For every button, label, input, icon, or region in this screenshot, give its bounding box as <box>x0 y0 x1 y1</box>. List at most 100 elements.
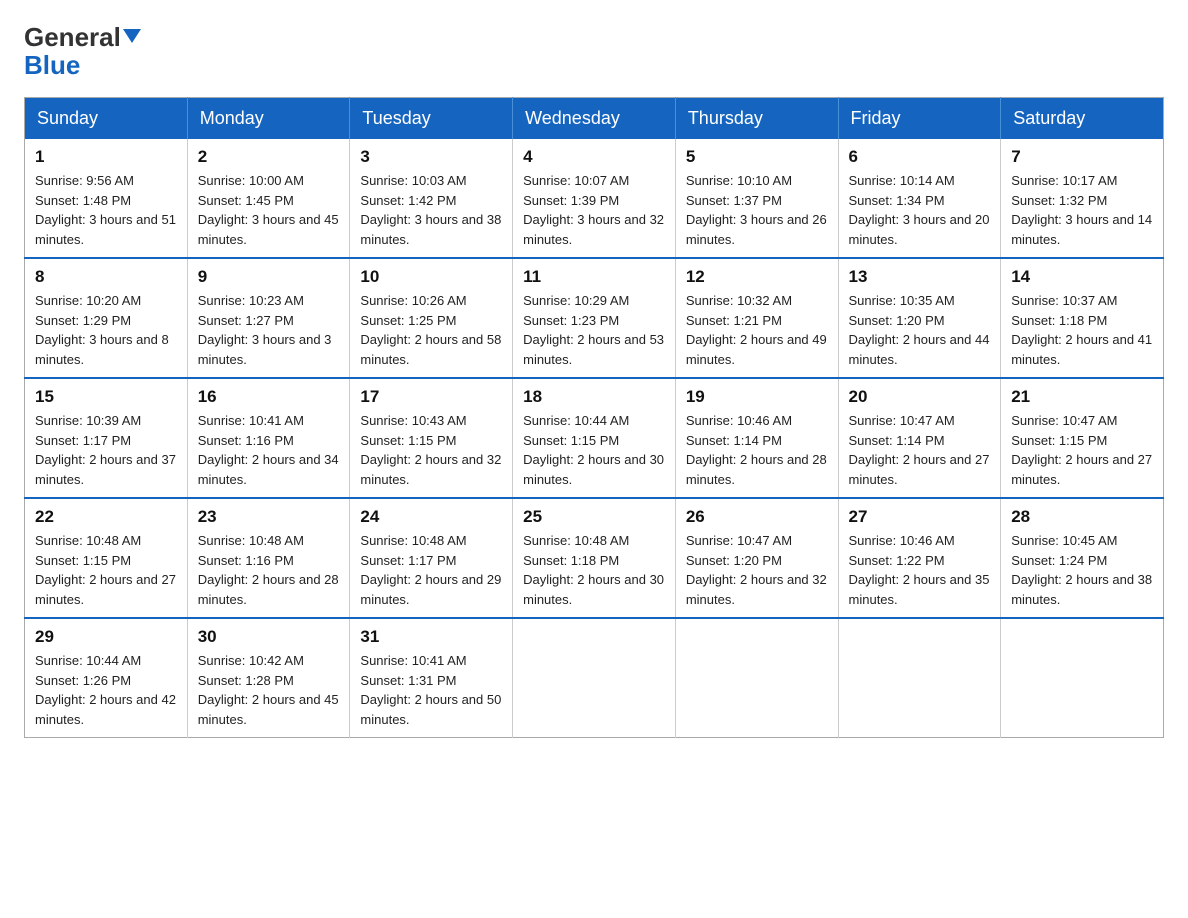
day-info: Sunrise: 10:03 AM Sunset: 1:42 PM Daylig… <box>360 171 502 249</box>
day-info: Sunrise: 10:37 AM Sunset: 1:18 PM Daylig… <box>1011 291 1153 369</box>
day-number: 7 <box>1011 147 1153 167</box>
day-info: Sunrise: 10:00 AM Sunset: 1:45 PM Daylig… <box>198 171 340 249</box>
day-info: Sunrise: 10:20 AM Sunset: 1:29 PM Daylig… <box>35 291 177 369</box>
day-info: Sunrise: 10:42 AM Sunset: 1:28 PM Daylig… <box>198 651 340 729</box>
day-info: Sunrise: 10:43 AM Sunset: 1:15 PM Daylig… <box>360 411 502 489</box>
page-header: General Blue <box>24 24 1164 81</box>
day-cell: 15 Sunrise: 10:39 AM Sunset: 1:17 PM Day… <box>25 378 188 498</box>
day-cell: 17 Sunrise: 10:43 AM Sunset: 1:15 PM Day… <box>350 378 513 498</box>
day-cell: 24 Sunrise: 10:48 AM Sunset: 1:17 PM Day… <box>350 498 513 618</box>
weekday-header-row: SundayMondayTuesdayWednesdayThursdayFrid… <box>25 98 1164 140</box>
day-info: Sunrise: 10:44 AM Sunset: 1:15 PM Daylig… <box>523 411 665 489</box>
weekday-header-sunday: Sunday <box>25 98 188 140</box>
day-cell: 5 Sunrise: 10:10 AM Sunset: 1:37 PM Dayl… <box>675 139 838 258</box>
day-cell: 30 Sunrise: 10:42 AM Sunset: 1:28 PM Day… <box>187 618 350 738</box>
day-number: 11 <box>523 267 665 287</box>
weekday-header-wednesday: Wednesday <box>513 98 676 140</box>
day-number: 9 <box>198 267 340 287</box>
day-info: Sunrise: 10:26 AM Sunset: 1:25 PM Daylig… <box>360 291 502 369</box>
day-cell: 9 Sunrise: 10:23 AM Sunset: 1:27 PM Dayl… <box>187 258 350 378</box>
day-cell: 19 Sunrise: 10:46 AM Sunset: 1:14 PM Day… <box>675 378 838 498</box>
day-info: Sunrise: 10:07 AM Sunset: 1:39 PM Daylig… <box>523 171 665 249</box>
week-row-4: 22 Sunrise: 10:48 AM Sunset: 1:15 PM Day… <box>25 498 1164 618</box>
day-number: 23 <box>198 507 340 527</box>
day-number: 2 <box>198 147 340 167</box>
logo-text: General <box>24 24 141 50</box>
weekday-header-monday: Monday <box>187 98 350 140</box>
day-info: Sunrise: 10:10 AM Sunset: 1:37 PM Daylig… <box>686 171 828 249</box>
day-number: 31 <box>360 627 502 647</box>
day-number: 21 <box>1011 387 1153 407</box>
day-info: Sunrise: 10:32 AM Sunset: 1:21 PM Daylig… <box>686 291 828 369</box>
day-info: Sunrise: 10:29 AM Sunset: 1:23 PM Daylig… <box>523 291 665 369</box>
logo: General Blue <box>24 24 141 81</box>
day-cell: 14 Sunrise: 10:37 AM Sunset: 1:18 PM Day… <box>1001 258 1164 378</box>
day-cell: 8 Sunrise: 10:20 AM Sunset: 1:29 PM Dayl… <box>25 258 188 378</box>
day-info: Sunrise: 10:23 AM Sunset: 1:27 PM Daylig… <box>198 291 340 369</box>
day-cell <box>675 618 838 738</box>
day-info: Sunrise: 10:48 AM Sunset: 1:16 PM Daylig… <box>198 531 340 609</box>
day-cell: 6 Sunrise: 10:14 AM Sunset: 1:34 PM Dayl… <box>838 139 1001 258</box>
day-number: 29 <box>35 627 177 647</box>
day-info: Sunrise: 10:44 AM Sunset: 1:26 PM Daylig… <box>35 651 177 729</box>
day-info: Sunrise: 10:48 AM Sunset: 1:17 PM Daylig… <box>360 531 502 609</box>
day-info: Sunrise: 10:47 AM Sunset: 1:20 PM Daylig… <box>686 531 828 609</box>
day-cell: 25 Sunrise: 10:48 AM Sunset: 1:18 PM Day… <box>513 498 676 618</box>
weekday-header-friday: Friday <box>838 98 1001 140</box>
logo-triangle-icon <box>123 29 141 43</box>
day-cell: 18 Sunrise: 10:44 AM Sunset: 1:15 PM Day… <box>513 378 676 498</box>
day-number: 15 <box>35 387 177 407</box>
logo-blue: Blue <box>24 50 80 81</box>
day-info: Sunrise: 10:46 AM Sunset: 1:14 PM Daylig… <box>686 411 828 489</box>
day-info: Sunrise: 10:14 AM Sunset: 1:34 PM Daylig… <box>849 171 991 249</box>
day-number: 5 <box>686 147 828 167</box>
day-number: 30 <box>198 627 340 647</box>
day-info: Sunrise: 10:41 AM Sunset: 1:31 PM Daylig… <box>360 651 502 729</box>
day-number: 3 <box>360 147 502 167</box>
weekday-header-tuesday: Tuesday <box>350 98 513 140</box>
logo-general: General <box>24 22 121 52</box>
day-number: 8 <box>35 267 177 287</box>
day-cell: 29 Sunrise: 10:44 AM Sunset: 1:26 PM Day… <box>25 618 188 738</box>
day-number: 20 <box>849 387 991 407</box>
day-info: Sunrise: 10:46 AM Sunset: 1:22 PM Daylig… <box>849 531 991 609</box>
day-cell: 10 Sunrise: 10:26 AM Sunset: 1:25 PM Day… <box>350 258 513 378</box>
day-number: 28 <box>1011 507 1153 527</box>
day-info: Sunrise: 10:45 AM Sunset: 1:24 PM Daylig… <box>1011 531 1153 609</box>
day-info: Sunrise: 10:47 AM Sunset: 1:14 PM Daylig… <box>849 411 991 489</box>
day-cell: 12 Sunrise: 10:32 AM Sunset: 1:21 PM Day… <box>675 258 838 378</box>
day-info: Sunrise: 10:41 AM Sunset: 1:16 PM Daylig… <box>198 411 340 489</box>
day-number: 1 <box>35 147 177 167</box>
day-cell <box>513 618 676 738</box>
day-cell: 23 Sunrise: 10:48 AM Sunset: 1:16 PM Day… <box>187 498 350 618</box>
calendar-table: SundayMondayTuesdayWednesdayThursdayFrid… <box>24 97 1164 738</box>
day-info: Sunrise: 10:48 AM Sunset: 1:18 PM Daylig… <box>523 531 665 609</box>
day-number: 24 <box>360 507 502 527</box>
day-cell: 7 Sunrise: 10:17 AM Sunset: 1:32 PM Dayl… <box>1001 139 1164 258</box>
day-cell: 4 Sunrise: 10:07 AM Sunset: 1:39 PM Dayl… <box>513 139 676 258</box>
day-info: Sunrise: 10:17 AM Sunset: 1:32 PM Daylig… <box>1011 171 1153 249</box>
week-row-1: 1 Sunrise: 9:56 AM Sunset: 1:48 PM Dayli… <box>25 139 1164 258</box>
day-info: Sunrise: 10:39 AM Sunset: 1:17 PM Daylig… <box>35 411 177 489</box>
day-number: 27 <box>849 507 991 527</box>
day-cell: 22 Sunrise: 10:48 AM Sunset: 1:15 PM Day… <box>25 498 188 618</box>
day-number: 18 <box>523 387 665 407</box>
day-number: 26 <box>686 507 828 527</box>
day-number: 10 <box>360 267 502 287</box>
day-number: 19 <box>686 387 828 407</box>
day-info: Sunrise: 10:35 AM Sunset: 1:20 PM Daylig… <box>849 291 991 369</box>
day-cell: 31 Sunrise: 10:41 AM Sunset: 1:31 PM Day… <box>350 618 513 738</box>
day-info: Sunrise: 9:56 AM Sunset: 1:48 PM Dayligh… <box>35 171 177 249</box>
week-row-2: 8 Sunrise: 10:20 AM Sunset: 1:29 PM Dayl… <box>25 258 1164 378</box>
day-cell: 27 Sunrise: 10:46 AM Sunset: 1:22 PM Day… <box>838 498 1001 618</box>
day-cell: 1 Sunrise: 9:56 AM Sunset: 1:48 PM Dayli… <box>25 139 188 258</box>
day-number: 13 <box>849 267 991 287</box>
day-number: 17 <box>360 387 502 407</box>
day-info: Sunrise: 10:47 AM Sunset: 1:15 PM Daylig… <box>1011 411 1153 489</box>
day-number: 6 <box>849 147 991 167</box>
day-cell: 28 Sunrise: 10:45 AM Sunset: 1:24 PM Day… <box>1001 498 1164 618</box>
day-cell: 16 Sunrise: 10:41 AM Sunset: 1:16 PM Day… <box>187 378 350 498</box>
day-number: 14 <box>1011 267 1153 287</box>
day-cell: 3 Sunrise: 10:03 AM Sunset: 1:42 PM Dayl… <box>350 139 513 258</box>
week-row-5: 29 Sunrise: 10:44 AM Sunset: 1:26 PM Day… <box>25 618 1164 738</box>
